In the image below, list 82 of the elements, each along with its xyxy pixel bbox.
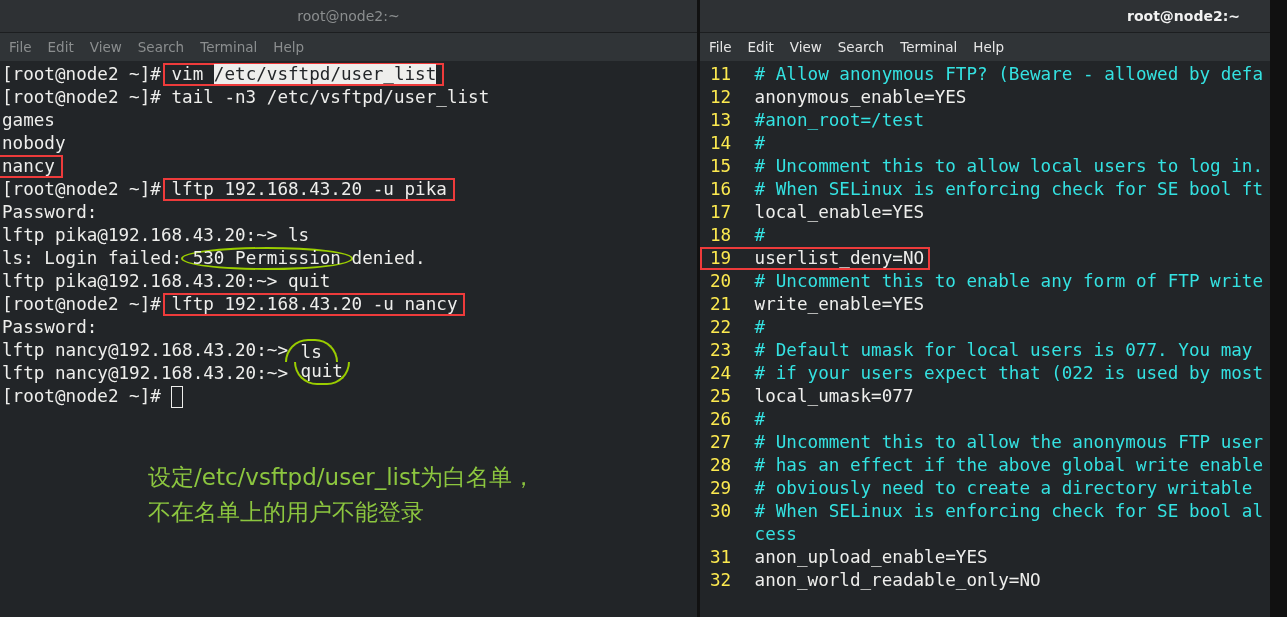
terminal-text: lftp pika@192.168.43.20:~> quit bbox=[2, 271, 331, 291]
line-number: 27 bbox=[710, 431, 733, 454]
code-text: # has an effect if the above global write enable bbox=[754, 455, 1264, 475]
code-text: # When SELinux is enforcing check for SE bool ft bbox=[754, 179, 1264, 199]
menu-item[interactable]: Edit bbox=[39, 39, 82, 55]
code-text: # When SELinux is enforcing check for SE bool al bbox=[754, 501, 1264, 521]
code-text: # obviously need to create a directory writable bbox=[754, 478, 1253, 498]
code-text: # Uncomment this to allow local users to log in. bbox=[754, 156, 1264, 176]
code-text: local_enable=YES bbox=[754, 202, 925, 222]
window-title: root@node2:~ bbox=[1127, 8, 1240, 24]
code-text: # Allow anonymous FTP? (Beware - allowed by defa bbox=[754, 64, 1264, 84]
circled-text: 530 Permission bbox=[180, 247, 353, 270]
selected-text: /etc/vsftpd/user_list bbox=[213, 64, 437, 84]
menu-item[interactable]: Edit bbox=[739, 39, 782, 55]
line-number: 13 bbox=[710, 109, 733, 132]
code-text: anon_upload_enable=YES bbox=[754, 547, 988, 567]
code-text: #anon_root=/test bbox=[754, 110, 925, 130]
menu-item[interactable]: Search bbox=[829, 39, 893, 55]
code-text: # bbox=[754, 409, 766, 429]
line-number: 28 bbox=[710, 454, 733, 477]
code-text: # bbox=[754, 225, 766, 245]
menu-item[interactable]: Terminal bbox=[892, 39, 966, 55]
code-text: local_umask=077 bbox=[754, 386, 914, 406]
code-text: userlist_deny=NO bbox=[754, 248, 925, 268]
annotation-box: nancy bbox=[0, 155, 63, 178]
line-number: 15 bbox=[710, 155, 733, 178]
line-number: 12 bbox=[710, 86, 733, 109]
menu-item[interactable]: File bbox=[1, 39, 40, 55]
terminal-text: lftp pika@192.168.43.20:~> ls bbox=[2, 225, 310, 245]
terminal-text: games bbox=[2, 110, 55, 130]
code-text: cess bbox=[754, 524, 797, 544]
terminal-text: [root@node2 ~]# bbox=[2, 64, 162, 84]
line-number: 32 bbox=[710, 569, 733, 592]
line-number: 17 bbox=[710, 201, 733, 224]
line-number: 14 bbox=[710, 132, 733, 155]
line-number: 21 bbox=[710, 293, 733, 316]
line-number: 19 bbox=[710, 249, 733, 268]
terminal-text: vim bbox=[171, 64, 205, 84]
code-text: # bbox=[754, 317, 766, 337]
code-text: # if your users expect that (022 is used by most bbox=[754, 363, 1264, 383]
menu-item[interactable]: Search bbox=[129, 39, 193, 55]
terminal-text: Password: bbox=[2, 202, 98, 222]
terminal-text: [root@node2 ~]# bbox=[2, 386, 162, 406]
cursor bbox=[171, 386, 184, 408]
line-number: 29 bbox=[710, 477, 733, 500]
line-number: 16 bbox=[710, 178, 733, 201]
annotation-text: 不在名单上的用户不能登录 bbox=[148, 498, 425, 527]
code-text: # bbox=[754, 133, 766, 153]
terminal-text: denied. bbox=[350, 248, 426, 268]
line-number: 11 bbox=[710, 63, 733, 86]
window-title: root@node2:~ bbox=[297, 8, 400, 24]
code-text: write_enable=YES bbox=[754, 294, 925, 314]
terminal-text: [root@node2 ~]# tail -n3 /etc/vsftpd/user_list bbox=[2, 87, 490, 107]
line-number: 30 bbox=[710, 500, 733, 523]
code-text: anon_world_readable_only=NO bbox=[754, 570, 1041, 590]
line-number: 24 bbox=[710, 362, 733, 385]
terminal-text: [root@node2 ~]# bbox=[2, 294, 162, 314]
terminal-text: Password: bbox=[2, 317, 98, 337]
annotation-box: lftp 192.168.43.20 -u pika bbox=[163, 178, 455, 201]
terminal-text: nobody bbox=[2, 133, 66, 153]
menu-item[interactable]: View bbox=[81, 39, 130, 55]
line-number: 31 bbox=[710, 546, 733, 569]
terminal-text: lftp nancy@192.168.43.20:~> bbox=[2, 363, 289, 383]
line-number: 22 bbox=[710, 316, 733, 339]
annotation-text: 设定/etc/vsftpd/user_list为白名单， bbox=[148, 463, 536, 492]
menu-item[interactable]: View bbox=[781, 39, 830, 55]
circled-text: quit bbox=[293, 362, 350, 385]
code-text: # Uncomment this to enable any form of FTP write bbox=[754, 271, 1264, 291]
code-text: # Uncomment this to allow the anonymous FTP user bbox=[754, 432, 1264, 452]
line-number: 26 bbox=[710, 408, 733, 431]
menu-item[interactable]: Help bbox=[965, 39, 1013, 55]
menu-item[interactable]: Terminal bbox=[192, 39, 266, 55]
terminal-text: [root@node2 ~]# bbox=[2, 179, 162, 199]
line-number: 20 bbox=[710, 270, 733, 293]
annotation-box: lftp 192.168.43.20 -u nancy bbox=[163, 293, 466, 316]
line-number: 18 bbox=[710, 224, 733, 247]
code-text: anonymous_enable=YES bbox=[754, 87, 967, 107]
menu-item[interactable]: File bbox=[701, 39, 740, 55]
code-text: # Default umask for local users is 077. You may bbox=[754, 340, 1253, 360]
line-number: 25 bbox=[710, 385, 733, 408]
menu-item[interactable]: Help bbox=[265, 39, 313, 55]
line-number: 23 bbox=[710, 339, 733, 362]
